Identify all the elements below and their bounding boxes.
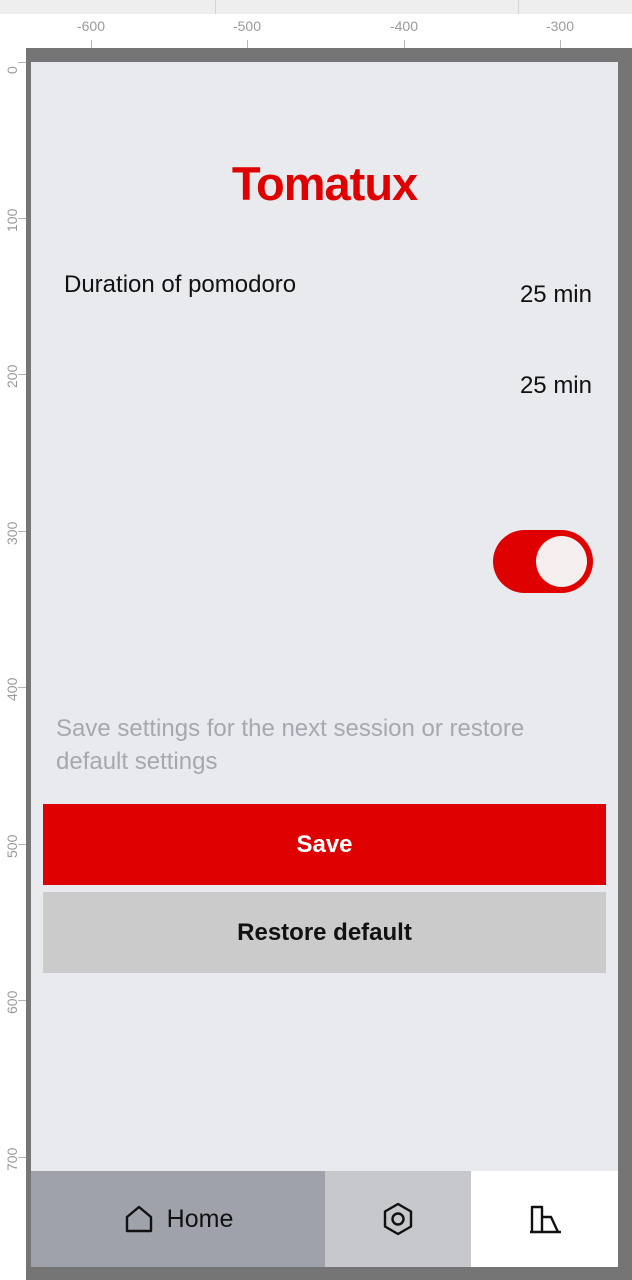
ruler-tick <box>18 374 26 375</box>
settings-hex-icon <box>381 1202 415 1236</box>
app-title: Tomatux <box>231 157 418 210</box>
ruler-label: -400 <box>389 18 419 34</box>
ruler-label: 400 <box>4 677 20 701</box>
app-screen: Tomatux Duration of pomodoro 25 min 25 m… <box>31 62 618 1267</box>
nav-home-label: Home <box>166 1204 234 1233</box>
bar-chart-icon <box>527 1203 563 1235</box>
toggle-knob <box>536 536 587 587</box>
nav-settings[interactable] <box>325 1171 471 1267</box>
second-duration-value[interactable]: 25 min <box>520 372 592 400</box>
vertical-ruler: 0 100 200 300 400 500 600 700 <box>0 48 27 1280</box>
ruler-label: 500 <box>4 834 20 858</box>
home-icon <box>123 1203 155 1235</box>
save-button[interactable]: Save <box>43 804 606 885</box>
ruler-tick <box>18 531 26 532</box>
ruler-tick <box>247 40 248 48</box>
settings-toggle[interactable] <box>493 530 593 593</box>
ruler-label: 600 <box>4 990 20 1014</box>
bottom-nav: Home <box>31 1171 618 1267</box>
strip-separator <box>215 0 216 14</box>
strip-separator <box>518 0 519 14</box>
pomodoro-duration-value[interactable]: 25 min <box>520 281 592 309</box>
ruler-label: -500 <box>232 18 262 34</box>
ruler-tick <box>18 687 26 688</box>
ruler-tick <box>18 1000 26 1001</box>
settings-hint: Save settings for the next session or re… <box>56 715 525 775</box>
editor-top-strip <box>0 0 632 14</box>
nav-stats[interactable] <box>471 1171 618 1267</box>
ruler-corner <box>0 14 26 48</box>
ruler-tick <box>18 1157 26 1158</box>
horizontal-ruler: -600 -500 -400 -300 <box>26 14 632 49</box>
ruler-label: -600 <box>76 18 106 34</box>
ruler-tick <box>404 40 405 48</box>
ruler-label: -300 <box>545 18 575 34</box>
ruler-tick <box>560 40 561 48</box>
ruler-label: 300 <box>4 521 20 545</box>
restore-default-button[interactable]: Restore default <box>43 892 606 973</box>
ruler-tick <box>91 40 92 48</box>
pomodoro-duration-label: Duration of pomodoro <box>64 271 297 298</box>
ruler-label: 100 <box>4 208 20 232</box>
ruler-tick <box>18 218 26 219</box>
ruler-label: 700 <box>4 1147 20 1171</box>
nav-home[interactable]: Home <box>31 1171 325 1267</box>
ruler-tick <box>18 62 26 63</box>
ruler-tick <box>18 844 26 845</box>
ruler-label: 200 <box>4 364 20 388</box>
ruler-label: 0 <box>4 66 20 74</box>
